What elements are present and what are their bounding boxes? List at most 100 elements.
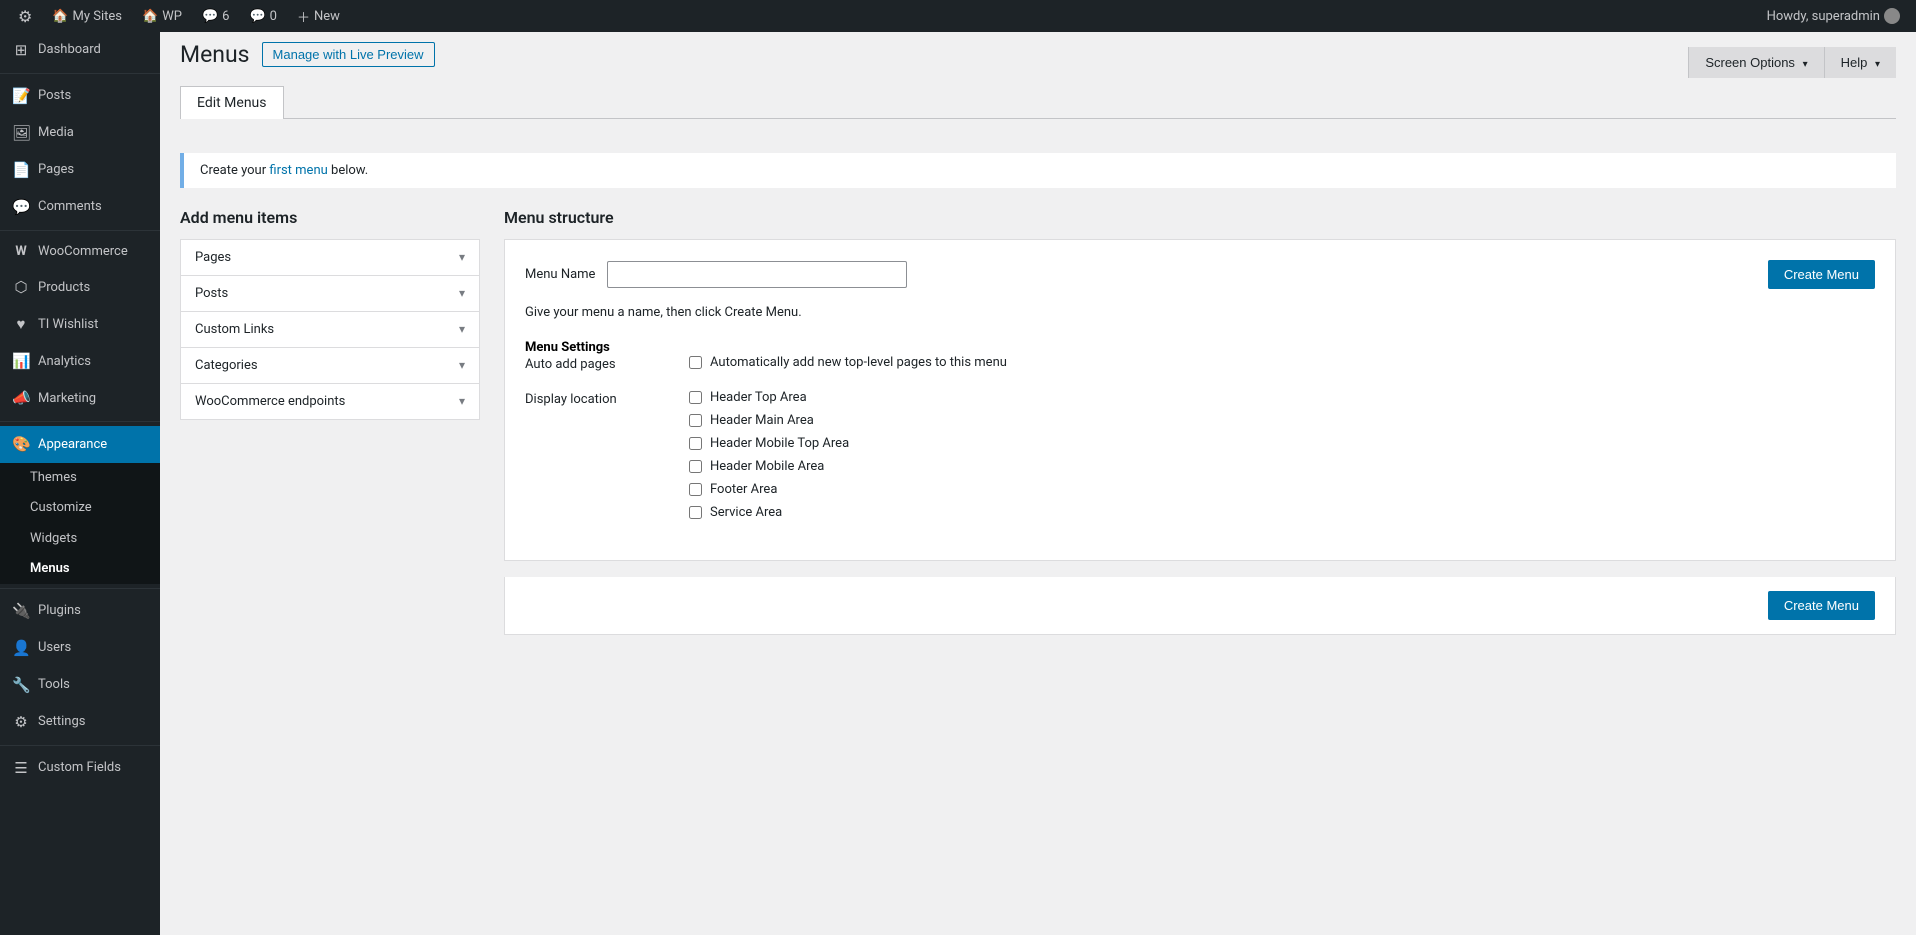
accordion-header-woocommerce-endpoints[interactable]: WooCommerce endpoints ▾ — [181, 384, 479, 419]
location-header-top-row[interactable]: Header Top Area — [689, 390, 1875, 405]
chevron-down-icon-posts: ▾ — [459, 286, 465, 300]
first-menu-link[interactable]: first menu — [269, 163, 327, 178]
settings-icon: ⚙ — [12, 712, 30, 733]
location-header-main-checkbox[interactable] — [689, 414, 702, 427]
tab-edit-menus[interactable]: Edit Menus — [180, 86, 284, 119]
marketing-icon: 📣 — [12, 388, 30, 409]
wp-logo-icon: ⚙ — [18, 7, 32, 26]
location-header-mobile-top-checkbox[interactable] — [689, 437, 702, 450]
sidebar-item-media[interactable]: 🖼 Media — [0, 115, 160, 152]
auto-add-content: Automatically add new top-level pages to… — [689, 355, 1875, 378]
wishlist-icon: ♥ — [12, 314, 30, 335]
location-header-main-row[interactable]: Header Main Area — [689, 413, 1875, 428]
analytics-icon: 📊 — [12, 351, 30, 372]
sidebar-item-woocommerce[interactable]: W WooCommerce — [0, 235, 160, 269]
comment-icon: 💬 — [202, 9, 218, 24]
accordion-header-pages[interactable]: Pages ▾ — [181, 240, 479, 275]
menu-name-row: Menu Name Create Menu — [525, 260, 1875, 289]
site-home-icon: 🏠 — [142, 9, 158, 24]
sidebar-item-customize[interactable]: Customize — [0, 493, 160, 523]
accordion-header-custom-links[interactable]: Custom Links ▾ — [181, 312, 479, 347]
sidebar-item-marketing[interactable]: 📣 Marketing — [0, 380, 160, 417]
adminbar-new[interactable]: ＋ New — [287, 0, 350, 32]
sidebar-item-widgets[interactable]: Widgets — [0, 524, 160, 554]
chevron-down-icon-categories: ▾ — [459, 358, 465, 372]
sidebar-item-products[interactable]: ⬡ Products — [0, 269, 160, 306]
sidebar-item-analytics[interactable]: 📊 Analytics — [0, 343, 160, 380]
tools-icon: 🔧 — [12, 675, 30, 696]
help-arrow-icon: ▾ — [1875, 59, 1880, 70]
sidebar-item-custom-fields[interactable]: ☰ Custom Fields — [0, 750, 160, 787]
header-controls: Screen Options ▾ Help ▾ — [1688, 47, 1896, 78]
sidebar-item-posts[interactable]: 📝 Posts — [0, 78, 160, 115]
menu-settings-title: Menu Settings — [525, 340, 1875, 355]
live-preview-button[interactable]: Manage with Live Preview — [262, 42, 435, 67]
sidebar-item-settings[interactable]: ⚙ Settings — [0, 704, 160, 741]
accordion-woocommerce-endpoints: WooCommerce endpoints ▾ — [180, 383, 480, 420]
pages-icon: 📄 — [12, 160, 30, 181]
home-icon: 🏠 — [52, 9, 68, 24]
accordion-header-posts[interactable]: Posts ▾ — [181, 276, 479, 311]
page-header: Menus Manage with Live Preview — [180, 40, 435, 70]
auto-add-checkbox[interactable] — [689, 356, 702, 369]
location-header-mobile-checkbox[interactable] — [689, 460, 702, 473]
location-service-checkbox[interactable] — [689, 506, 702, 519]
create-menu-button-top[interactable]: Create Menu — [1768, 260, 1875, 289]
menu-name-input[interactable] — [607, 261, 907, 288]
admin-bar: ⚙ 🏠 My Sites 🏠 WP 💬 6 💬 0 ＋ New Howdy, s… — [0, 0, 1916, 32]
adminbar-site[interactable]: 🏠 WP — [132, 0, 192, 32]
menu-separator-2 — [0, 230, 160, 231]
woocommerce-icon: W — [12, 243, 30, 261]
location-header-top-checkbox[interactable] — [689, 391, 702, 404]
help-button[interactable]: Help ▾ — [1824, 47, 1896, 78]
menu-separator-1 — [0, 73, 160, 74]
sidebar-item-themes[interactable]: Themes — [0, 463, 160, 493]
menu-structure-box: Menu Name Create Menu Give your menu a n… — [504, 239, 1896, 561]
create-menu-button-bottom[interactable]: Create Menu — [1768, 591, 1875, 620]
accordion-custom-links: Custom Links ▾ — [180, 311, 480, 348]
screen-options-button[interactable]: Screen Options ▾ — [1688, 47, 1823, 78]
sidebar-item-tools[interactable]: 🔧 Tools — [0, 667, 160, 704]
sidebar-item-dashboard[interactable]: ⊞ Dashboard — [0, 32, 160, 69]
display-location-content: Header Top Area Header Main Area Header … — [689, 390, 1875, 528]
sidebar-item-ti-wishlist[interactable]: ♥ TI Wishlist — [0, 306, 160, 343]
accordion-categories: Categories ▾ — [180, 347, 480, 384]
media-icon: 🖼 — [12, 123, 30, 144]
admin-sidebar: ⊞ Dashboard 📝 Posts 🖼 Media 📄 Pages 💬 Co… — [0, 32, 160, 935]
comments-icon: 💬 — [12, 197, 30, 218]
location-service-row[interactable]: Service Area — [689, 505, 1875, 520]
sidebar-item-comments[interactable]: 💬 Comments — [0, 189, 160, 226]
auto-add-label: Auto add pages — [525, 355, 665, 378]
sidebar-item-plugins[interactable]: 🔌 Plugins — [0, 593, 160, 630]
auto-add-checkbox-row[interactable]: Automatically add new top-level pages to… — [689, 355, 1875, 370]
appearance-submenu: Themes Customize Widgets Menus — [0, 463, 160, 584]
appearance-icon: 🎨 — [12, 434, 30, 455]
accordion-pages: Pages ▾ — [180, 239, 480, 276]
adminbar-comments-count[interactable]: 💬 6 — [192, 0, 240, 32]
location-header-mobile-top-row[interactable]: Header Mobile Top Area — [689, 436, 1875, 451]
sidebar-item-menus[interactable]: Menus — [0, 554, 160, 584]
page-title: Menus — [180, 40, 250, 70]
adminbar-wp-logo[interactable]: ⚙ — [8, 0, 42, 32]
posts-icon: 📝 — [12, 86, 30, 107]
location-footer-checkbox[interactable] — [689, 483, 702, 496]
sidebar-item-users[interactable]: 👤 Users — [0, 630, 160, 667]
users-icon: 👤 — [12, 638, 30, 659]
adminbar-my-sites[interactable]: 🏠 My Sites — [42, 0, 132, 32]
location-footer-row[interactable]: Footer Area — [689, 482, 1875, 497]
sidebar-item-appearance[interactable]: 🎨 Appearance — [0, 426, 160, 463]
display-location-label: Display location — [525, 390, 665, 528]
accordion-header-categories[interactable]: Categories ▾ — [181, 348, 479, 383]
add-menu-items-panel: Add menu items Pages ▾ Posts ▾ — [180, 208, 480, 419]
avatar — [1884, 8, 1900, 24]
menu-structure-panel: Menu structure Menu Name Create Menu Giv… — [504, 208, 1896, 635]
adminbar-comment-pending[interactable]: 💬 0 — [239, 0, 287, 32]
location-header-mobile-row[interactable]: Header Mobile Area — [689, 459, 1875, 474]
main-content: Menus Manage with Live Preview Screen Op… — [160, 32, 1916, 935]
products-icon: ⬡ — [12, 277, 30, 298]
chevron-down-icon-woo-endpoints: ▾ — [459, 394, 465, 408]
menu-settings: Menu Settings Auto add pages Automatical… — [525, 340, 1875, 528]
auto-add-pages-row: Auto add pages Automatically add new top… — [525, 355, 1875, 378]
sidebar-item-pages[interactable]: 📄 Pages — [0, 152, 160, 189]
speech-bubble-icon: 💬 — [249, 9, 265, 24]
